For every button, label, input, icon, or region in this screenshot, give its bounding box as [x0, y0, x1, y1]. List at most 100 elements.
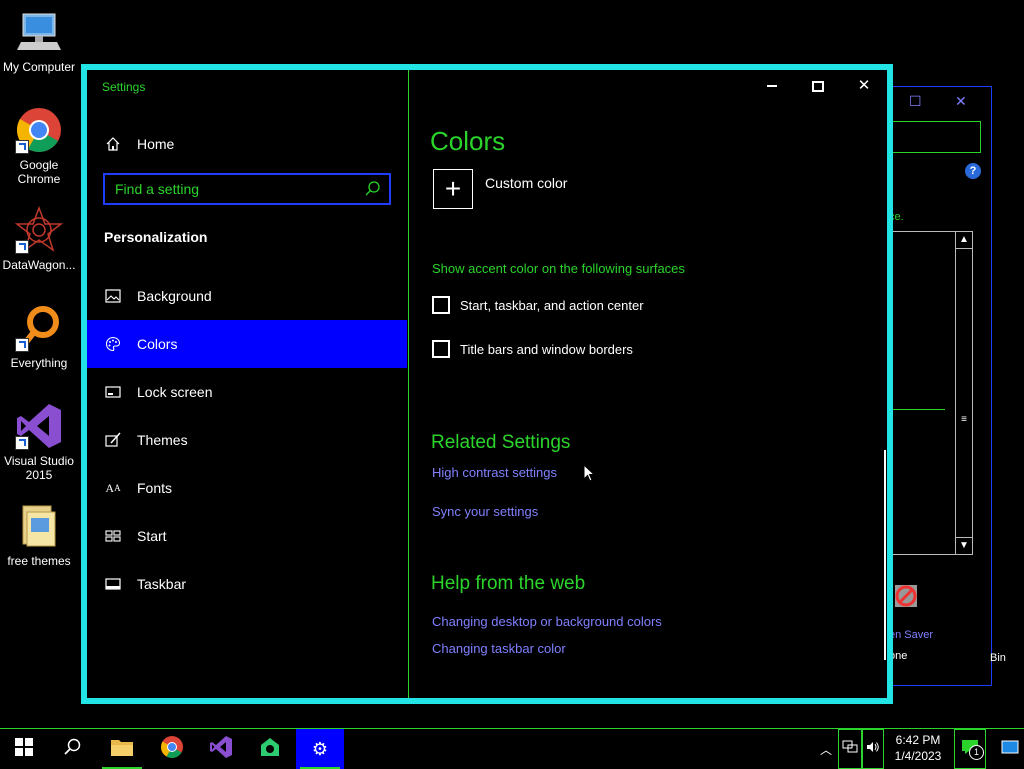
high-contrast-link[interactable]: High contrast settings — [432, 465, 557, 480]
desktop-icon-datawagon[interactable]: DataWagon... — [0, 205, 78, 272]
gear-icon: ⚙ — [311, 738, 329, 759]
taskbar-app-green[interactable] — [246, 729, 294, 769]
desktop-icon-my-computer[interactable]: My Computer — [0, 8, 78, 74]
help-link-taskbar-color[interactable]: Changing taskbar color — [432, 641, 566, 656]
desktop-icon-everything[interactable]: Everything — [0, 304, 78, 370]
network-icon — [842, 740, 858, 759]
nav-item-taskbar[interactable]: Taskbar — [87, 560, 407, 608]
bg-divider — [889, 409, 945, 410]
volume-tray-button[interactable] — [862, 729, 884, 769]
bg-close-icon[interactable]: ✕ — [955, 93, 967, 110]
sync-settings-link[interactable]: Sync your settings — [432, 504, 538, 519]
bg-maximize-icon[interactable]: ☐ — [909, 93, 922, 110]
nav-item-label: Background — [137, 288, 212, 304]
nav-list: Background Colors Lock screen Themes A A… — [87, 272, 407, 608]
content-scrollbar[interactable] — [884, 450, 886, 660]
bg-scrollbar[interactable]: ▲ ≡ ▼ — [955, 232, 972, 554]
minimize-button[interactable] — [749, 72, 795, 100]
desktop-icon-label: Everything — [10, 356, 68, 370]
bg-address-field[interactable] — [889, 121, 981, 153]
show-hidden-icons-button[interactable]: ︿ — [814, 729, 838, 769]
checkbox-label: Start, taskbar, and action center — [460, 297, 644, 313]
taskbar-search-button[interactable] — [48, 729, 96, 769]
settings-content: ✕ Colors + Custom color Show accent colo… — [409, 70, 887, 698]
shortcut-arrow-icon — [15, 140, 29, 154]
help-icon[interactable]: ? — [965, 163, 981, 179]
windows-logo-icon — [15, 737, 33, 761]
brush-icon — [103, 430, 123, 450]
nav-item-label: Start — [137, 528, 167, 544]
screen-saver-icon — [891, 581, 923, 618]
picture-icon — [103, 286, 123, 306]
chrome-icon — [160, 735, 184, 764]
desktop-icon-label: DataWagon... — [2, 258, 76, 272]
taskbar-chrome[interactable] — [148, 729, 196, 769]
desktop-icon-label: Visual Studio 2015 — [4, 454, 74, 482]
taskbar: ⚙ ︿ 6:42 PM 1/4/2023 1 — [0, 728, 1024, 769]
nav-item-themes[interactable]: Themes — [87, 416, 407, 464]
nav-home[interactable]: Home — [103, 132, 174, 156]
nav-item-start[interactable]: Start — [87, 512, 407, 560]
action-center-button[interactable]: 1 — [954, 729, 986, 769]
mouse-cursor-icon — [583, 463, 596, 487]
settings-sidebar: Settings Home Personalization Background — [87, 70, 409, 698]
background-window[interactable]: ☐ ✕ ? ce. ▲ ≡ ▼ en Saver one — [880, 86, 992, 686]
scroll-down-icon[interactable]: ▼ — [956, 537, 972, 554]
close-button[interactable]: ✕ — [841, 72, 887, 100]
taskbar-file-explorer[interactable] — [98, 729, 146, 769]
start-button[interactable] — [0, 729, 48, 769]
nav-item-fonts[interactable]: AA Fonts — [87, 464, 407, 512]
search-box[interactable] — [103, 173, 391, 205]
shortcut-arrow-icon — [15, 338, 29, 352]
scroll-up-icon[interactable]: ▲ — [956, 232, 972, 249]
nav-item-background[interactable]: Background — [87, 272, 407, 320]
checkbox-box[interactable] — [432, 340, 450, 358]
taskbar-settings[interactable]: ⚙ — [296, 729, 344, 769]
desktop-preview-icon — [1001, 740, 1019, 759]
taskbar-visual-studio[interactable] — [197, 729, 245, 769]
checkbox-title-bars[interactable]: Title bars and window borders — [432, 340, 633, 358]
custom-color-label: Custom color — [485, 175, 568, 191]
desktop-icon-google-chrome[interactable]: Google Chrome — [0, 106, 78, 186]
start-icon — [103, 526, 123, 546]
network-tray-button[interactable] — [838, 729, 862, 769]
desktop-icon-visual-studio[interactable]: Visual Studio 2015 — [0, 402, 78, 482]
font-icon: AA — [105, 480, 121, 495]
show-desktop-button[interactable] — [996, 729, 1024, 769]
search-input[interactable] — [105, 180, 363, 198]
clock-date: 1/4/2023 — [894, 749, 942, 763]
screen-saver-label[interactable]: en Saver — [889, 629, 933, 641]
nav-item-colors[interactable]: Colors — [87, 320, 407, 368]
minimize-icon — [767, 85, 777, 88]
nav-item-label: Themes — [137, 432, 188, 448]
checkbox-start-taskbar[interactable]: Start, taskbar, and action center — [432, 296, 644, 314]
palette-icon — [103, 334, 123, 354]
nav-item-label: Colors — [137, 336, 178, 352]
lock-screen-icon — [103, 382, 123, 402]
custom-color-button[interactable]: + Custom color — [433, 169, 567, 209]
close-icon: ✕ — [857, 77, 871, 94]
help-link-desktop-colors[interactable]: Changing desktop or background colors — [432, 614, 662, 629]
green-app-icon — [259, 736, 281, 763]
accent-surfaces-header: Show accent color on the following surfa… — [432, 261, 685, 276]
search-icon — [63, 738, 81, 761]
shortcut-arrow-icon — [15, 240, 29, 254]
desktop-icon-free-themes[interactable]: free themes — [0, 502, 78, 568]
visual-studio-icon — [15, 402, 63, 450]
search-icon[interactable] — [363, 179, 383, 199]
folder-icon — [110, 737, 134, 762]
nav-item-label: Taskbar — [137, 576, 187, 592]
nav-item-label: Fonts — [137, 480, 173, 496]
related-settings-header: Related Settings — [431, 432, 571, 453]
checkbox-label: Title bars and window borders — [460, 341, 633, 357]
checkbox-box[interactable] — [432, 296, 450, 314]
nav-item-lock-screen[interactable]: Lock screen — [87, 368, 407, 416]
taskbar-clock[interactable]: 6:42 PM 1/4/2023 — [888, 732, 948, 764]
taskbar-icon — [103, 574, 123, 594]
maximize-button[interactable] — [795, 72, 841, 100]
bg-listbox[interactable]: ▲ ≡ ▼ — [889, 231, 973, 555]
datawagon-icon — [14, 205, 64, 254]
scroll-thumb-icon[interactable]: ≡ — [956, 412, 972, 428]
clock-time: 6:42 PM — [895, 733, 941, 747]
settings-window[interactable]: Settings Home Personalization Background — [81, 64, 893, 704]
